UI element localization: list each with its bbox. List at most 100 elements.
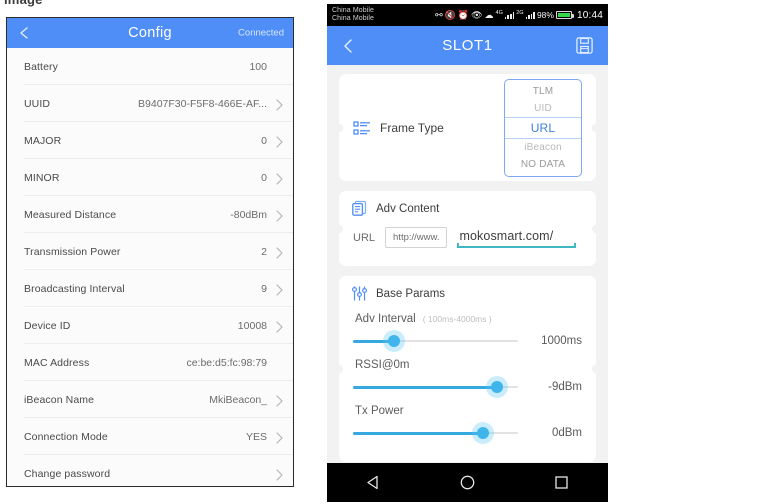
param-label: RSSI@0m <box>355 359 410 371</box>
config-row-value: 0 <box>261 134 267 147</box>
config-row-label: iBeacon Name <box>24 393 95 406</box>
alarm-icon: ⏰ <box>457 9 470 20</box>
config-row-value-group: -80dBm <box>230 209 283 222</box>
stray-caption: image <box>4 0 43 7</box>
bluetooth-icon: ⚯ <box>435 9 443 20</box>
chevron-right-icon[interactable] <box>276 283 283 296</box>
chevron-right-icon[interactable] <box>276 468 283 481</box>
frame-type-option-no-data[interactable]: NO DATA <box>505 156 581 173</box>
screenshot-root: image Config Connected Battery 100 UUID B94… <box>0 0 772 504</box>
config-row-value: B9407F30-F5F8-466E-AF... <box>138 97 267 110</box>
param-slider[interactable] <box>353 424 518 442</box>
config-row-value-group: 100 <box>249 61 283 73</box>
chevron-right-icon[interactable] <box>276 172 283 185</box>
config-row-ibeacon-name[interactable]: iBeacon Name MkiBeacon_ <box>7 381 293 418</box>
slider-fill <box>353 385 497 389</box>
base-params-heading: Base Params <box>339 276 596 304</box>
url-prefix-select[interactable]: http://www. <box>385 227 448 248</box>
circle-home-icon[interactable] <box>459 474 476 491</box>
card-notch-left <box>334 364 343 374</box>
page-title: SLOT1 <box>442 37 493 54</box>
card-notch-right <box>592 224 601 233</box>
config-row-value-group: 0 <box>261 172 283 185</box>
base-params-label: Base Params <box>376 287 446 300</box>
app-bar: SLOT1 <box>327 26 608 65</box>
config-row-value-group: B9407F30-F5F8-466E-AF... <box>138 97 283 111</box>
config-row-broadcasting-interval[interactable]: Broadcasting Interval 9 <box>7 270 293 307</box>
config-row-value-group: 10008 <box>237 319 283 333</box>
slider-thumb[interactable] <box>490 381 503 393</box>
slider-thumb[interactable] <box>388 335 401 347</box>
param-slider[interactable] <box>353 378 518 396</box>
battery-icon <box>555 11 574 19</box>
url-input[interactable]: mokosmart.com/ <box>457 229 553 243</box>
param-slider[interactable] <box>353 332 518 350</box>
config-row-label: MAJOR <box>24 134 62 147</box>
base-params-card: Base Params Adv Interval( 100ms-4000ms )… <box>334 276 601 462</box>
config-row-value-group: YES <box>245 430 283 444</box>
settings-body: Frame Type TLM UID URL iBeacon NO DATA A… <box>327 65 608 463</box>
save-floppy-icon[interactable] <box>575 36 594 55</box>
frame-type-option-uid[interactable]: UID <box>505 100 581 117</box>
triangle-back-icon[interactable] <box>365 474 382 491</box>
chevron-left-icon[interactable] <box>340 38 356 54</box>
chevron-right-icon[interactable] <box>276 246 283 259</box>
param-label: Tx Power <box>355 405 404 417</box>
config-row-value: 10008 <box>237 319 267 332</box>
config-row-value-group <box>267 468 283 481</box>
param-slider-row: -9dBm <box>353 378 582 396</box>
chevron-right-icon[interactable] <box>276 320 283 333</box>
config-row-transmission-power[interactable]: Transmission Power 2 <box>7 233 293 270</box>
frame-type-option-url[interactable]: URL <box>505 116 581 139</box>
document-icon <box>351 200 368 217</box>
config-list: Battery 100 UUID B9407F30-F5F8-466E-AF... MA… <box>7 48 293 486</box>
frame-type-picker[interactable]: TLM UID URL iBeacon NO DATA <box>504 78 582 177</box>
config-row-uuid[interactable]: UUID B9407F30-F5F8-466E-AF... <box>7 85 293 122</box>
frame-type-option-ibeacon[interactable]: iBeacon <box>505 139 581 156</box>
config-row-value: 9 <box>261 282 267 295</box>
params-list: Adv Interval( 100ms-4000ms ) 1000ms RSSI@0… <box>339 313 596 442</box>
chevron-right-icon[interactable] <box>276 394 283 407</box>
param-tx-power: Tx Power 0dBm <box>339 405 596 442</box>
square-recents-icon[interactable] <box>553 474 570 491</box>
connection-status-badge: Connected <box>238 27 284 39</box>
left-config-screen: Config Connected Battery 100 UUID B9407F30-… <box>6 17 294 487</box>
battery-percent-label: 98% <box>536 10 554 20</box>
card-notch-right <box>592 364 601 374</box>
signal-bars-2-icon <box>525 11 535 19</box>
android-status-bar: China Mobile China Mobile ⚯ 🔇 ⏰ 👁 ☁ 4G 2… <box>327 4 608 26</box>
config-row-device-id[interactable]: Device ID 10008 <box>7 307 293 344</box>
mute-icon: 🔇 <box>444 9 456 20</box>
chevron-right-icon[interactable] <box>276 135 283 148</box>
chevron-right-icon[interactable] <box>276 431 283 444</box>
card-notch-right <box>592 123 601 132</box>
frame-type-label: Frame Type <box>380 120 444 135</box>
slider-fill <box>353 431 484 435</box>
chevron-left-icon[interactable] <box>17 26 31 40</box>
chevron-right-icon[interactable] <box>276 209 283 222</box>
config-row-label: Measured Distance <box>24 208 117 221</box>
config-row-value-group: 9 <box>261 282 283 296</box>
signal-2-label: 2G <box>516 10 524 16</box>
config-row-label: Connection Mode <box>24 430 108 443</box>
card-notch-left <box>334 123 343 132</box>
param-rssi-0m: RSSI@0m -9dBm <box>339 359 596 396</box>
config-row-minor[interactable]: MINOR 0 <box>7 159 293 196</box>
param-value: 1000ms <box>541 335 582 347</box>
config-row-measured-distance[interactable]: Measured Distance -80dBm <box>7 196 293 233</box>
list-icon <box>353 119 371 137</box>
adv-content-card: Adv Content URL http://www. mokosmart.co… <box>334 191 601 266</box>
chevron-right-icon[interactable] <box>276 98 283 111</box>
config-row-label: Device ID <box>24 319 71 332</box>
signal-1-label: 4G <box>495 10 503 16</box>
config-row-value: YES <box>245 430 267 443</box>
param-value: -9dBm <box>548 381 582 393</box>
config-row-value: ce:be:d5:fc:98:79 <box>186 356 267 369</box>
slider-thumb[interactable] <box>477 427 490 439</box>
config-row-change-password[interactable]: Change password <box>7 455 293 486</box>
url-row: URL http://www. mokosmart.com/ <box>339 219 596 248</box>
status-icons: ⚯ 🔇 ⏰ 👁 ☁ 4G 2G 98% 10:44 <box>435 10 603 21</box>
frame-type-option-tlm[interactable]: TLM <box>505 83 581 100</box>
config-row-connection-mode[interactable]: Connection Mode YES <box>7 418 293 455</box>
config-row-major[interactable]: MAJOR 0 <box>7 122 293 159</box>
